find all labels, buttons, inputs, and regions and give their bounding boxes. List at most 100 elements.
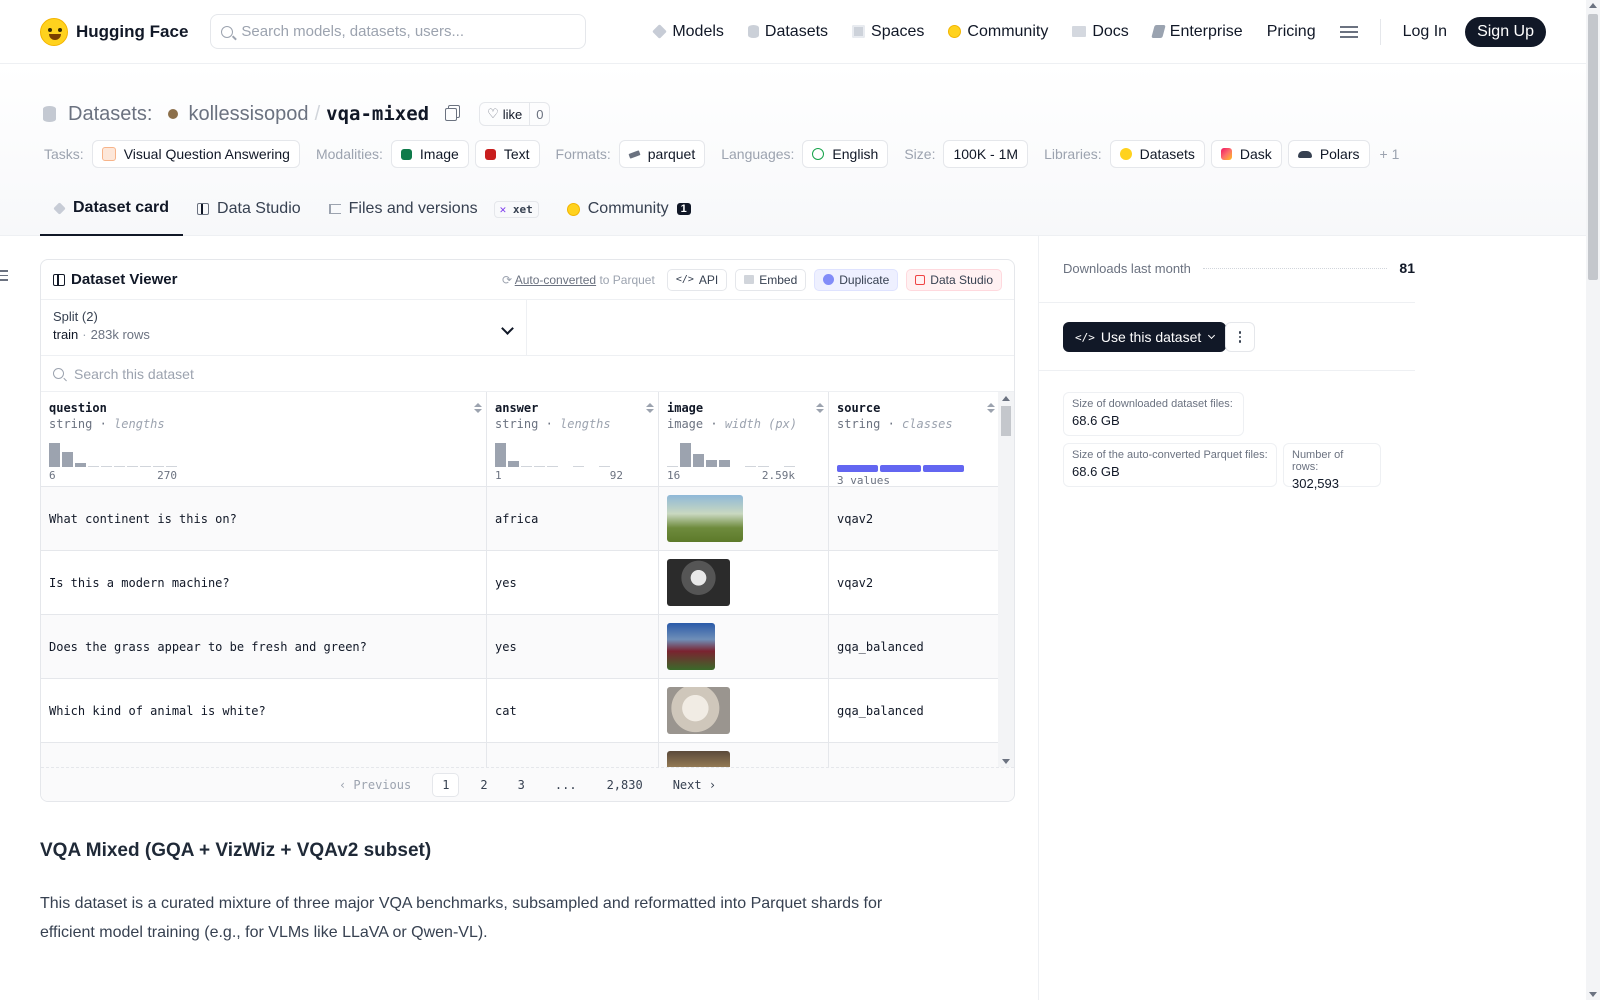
tag-modality-text[interactable]: Text [474,140,540,168]
copy-icon[interactable] [445,107,458,121]
pagination-next[interactable]: Next › [664,774,725,796]
table-scrollbar[interactable] [998,392,1014,768]
split-name: train [53,327,79,342]
column-header-answer[interactable]: answer string · lengths 1 92 [487,392,659,486]
tag-lib-polars[interactable]: Polars [1287,140,1370,168]
nav-models[interactable]: Models [643,17,734,47]
breadcrumb-separator: / [314,102,321,125]
dask-icon [1220,148,1232,160]
cell-image [659,487,829,550]
use-dataset-button[interactable]: </> Use this dataset [1063,322,1227,352]
tag-lib-dask-label: Dask [1239,146,1272,162]
nav-pricing[interactable]: Pricing [1257,17,1326,47]
scroll-down-icon[interactable] [1002,759,1010,764]
global-search-input[interactable]: Search models, datasets, users... [210,14,587,49]
page-scrollbar-thumb[interactable] [1588,14,1598,280]
vqa-task-icon [101,147,116,161]
dataset-header: Datasets: kollessisopod / vqa-mixed ♡ lik… [0,64,1586,236]
code-icon: </> [675,274,694,285]
scrollbar-thumb[interactable] [1001,406,1011,436]
column-header-source[interactable]: source string · classes 3 values [829,392,999,486]
nav-datasets[interactable]: Datasets [738,17,838,47]
auto-converted-link[interactable]: Auto-converted [515,273,596,287]
nav-community[interactable]: Community [938,17,1058,47]
table-icon [197,203,210,215]
duplicate-icon [823,274,835,285]
dataset-search-placeholder: Search this dataset [74,365,194,382]
duplicate-button[interactable]: Duplicate [814,268,899,291]
tag-lib-dask[interactable]: Dask [1210,140,1282,168]
tag-modality-image[interactable]: Image [390,140,469,168]
image-thumbnail[interactable] [667,623,715,670]
tag-size-label: 100K - 1M [953,146,1019,162]
sort-icon[interactable] [646,403,652,415]
tag-lib-datasets[interactable]: Datasets [1109,140,1205,168]
table-row[interactable]: Is this a modern machine? yes vqav2 [41,551,999,615]
tag-format[interactable]: parquet [618,140,706,168]
nav-docs[interactable]: Docs [1062,17,1138,47]
nav-spaces[interactable]: Spaces [842,17,934,47]
brand-logo[interactable]: Hugging Face [40,17,188,46]
pagination-page-3[interactable]: 3 [509,774,534,796]
pagination-previous[interactable]: ‹ Previous [330,774,420,796]
data-studio-button[interactable]: Data Studio [906,268,1002,291]
column-type: string · lengths [495,417,611,431]
datasets-lib-icon [1119,148,1132,160]
community-icon [948,25,962,38]
breadcrumb-datasets[interactable]: Datasets: [68,103,152,126]
tasks-label: Tasks: [44,146,84,162]
nav-models-label: Models [672,22,724,40]
more-options-button[interactable] [1225,322,1255,352]
table-row[interactable]: Which kind of animal is white? cat gqa_b… [41,679,999,743]
page-scrollbar[interactable] [1586,0,1600,1000]
login-link[interactable]: Log In [1393,17,1457,47]
toc-toggle-icon[interactable] [0,270,8,281]
sort-icon[interactable] [816,403,822,415]
image-thumbnail[interactable] [667,495,743,542]
scroll-up-icon[interactable] [1002,396,1010,401]
repo-name[interactable]: vqa-mixed [326,103,429,125]
dataset-table: question string · lengths 6 270 answer st… [41,392,999,773]
tab-files-versions[interactable]: Files and versions ✕ xet [315,182,553,236]
rows-stat: Number of rows: 302,593 [1283,443,1381,491]
nav-enterprise[interactable]: Enterprise [1143,17,1253,47]
pagination-page-1[interactable]: 1 [432,772,460,797]
tab-dataset-card[interactable]: Dataset card [40,182,184,236]
embed-button[interactable]: Embed [735,268,807,291]
cell-image [659,615,829,678]
column-header-question[interactable]: question string · lengths 6 270 [41,392,487,486]
column-header-image[interactable]: image image · width (px) 16 2.59k [659,392,829,486]
sort-icon[interactable] [474,403,480,415]
parquet-icon [628,149,641,159]
sort-icon[interactable] [987,403,993,415]
table-row[interactable]: Does the grass appear to be fresh and gr… [41,615,999,679]
image-thumbnail[interactable] [667,687,730,734]
dataset-search-input[interactable]: Search this dataset [41,356,1014,392]
tags-more-link[interactable]: + 1 [1380,146,1400,162]
like-button[interactable]: ♡ like 0 [479,102,551,126]
tag-lib-datasets-label: Datasets [1139,146,1195,162]
scroll-up-icon[interactable] [1589,3,1597,8]
tag-size[interactable]: 100K - 1M [943,140,1029,168]
breadcrumb-owner[interactable]: kollessisopod [188,103,308,126]
image-thumbnail[interactable] [667,559,730,606]
signup-button[interactable]: Sign Up [1465,16,1546,47]
viewer-header: Dataset Viewer ⟳ Auto-converted to Parqu… [41,260,1014,300]
more-menu-icon[interactable] [1339,25,1358,38]
use-dataset-label: Use this dataset [1100,329,1202,345]
tab-dataset-card-label: Dataset card [73,199,170,216]
api-button[interactable]: </> API [666,268,728,291]
pagination-page-2[interactable]: 2 [471,774,496,796]
tag-text-label: Text [503,146,530,162]
tab-community[interactable]: Community 1 [553,182,705,236]
cell-image [659,551,829,614]
split-label: Split (2) [53,309,98,324]
tag-task[interactable]: Visual Question Answering [91,140,300,168]
tab-data-studio[interactable]: Data Studio [183,182,315,236]
pagination-last-page[interactable]: 2,830 [598,774,652,796]
split-selector[interactable]: Split (2) train · 283k rows [41,300,527,355]
scroll-down-icon[interactable] [1589,992,1597,997]
table-row[interactable]: What continent is this on? africa vqav2 [41,487,999,551]
downloads-stat: Downloads last month 81 [1063,260,1415,276]
tag-language[interactable]: English [802,140,889,168]
